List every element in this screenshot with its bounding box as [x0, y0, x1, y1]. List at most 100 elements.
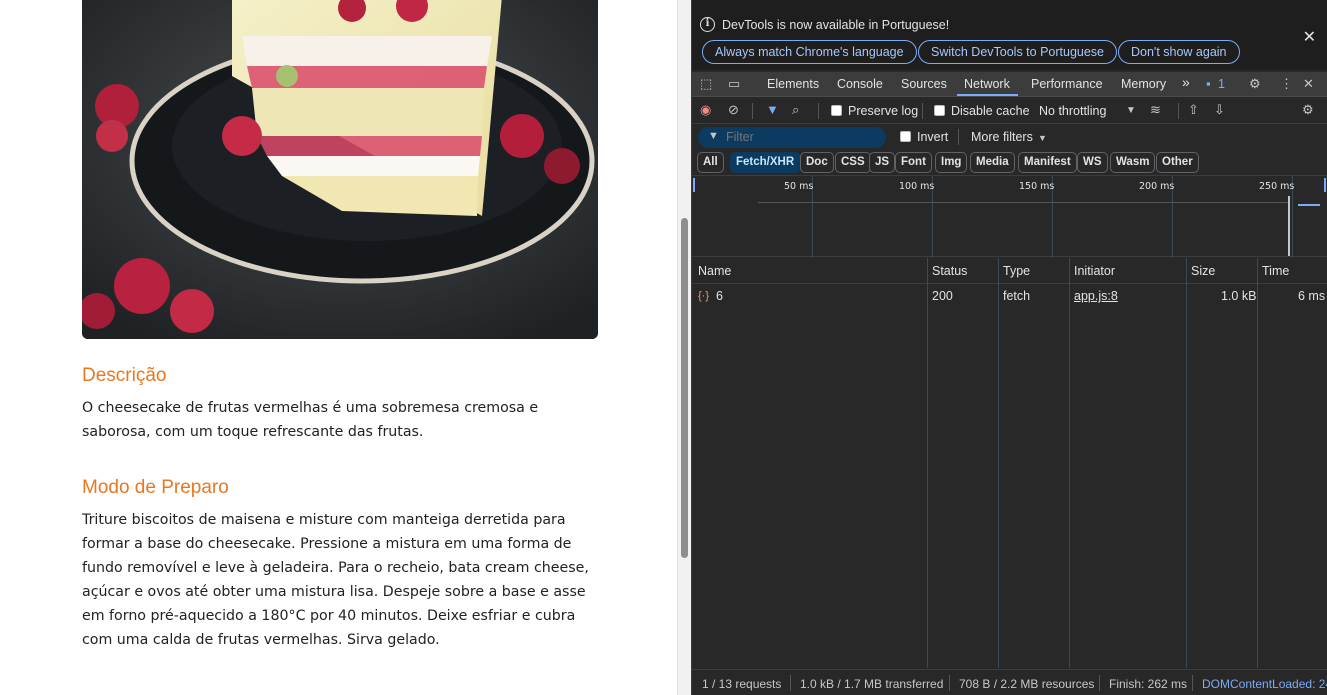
row-status: 200	[932, 289, 953, 303]
column-status[interactable]: Status	[932, 264, 967, 278]
invert-label: Invert	[917, 130, 949, 144]
cheesecake-image	[82, 0, 598, 339]
resource-type-filters: All Fetch/XHR Doc CSS JS Font Img Media …	[692, 152, 1327, 174]
infobar-message: DevTools is now available in Portuguese!	[722, 18, 950, 32]
status-divider	[790, 675, 791, 691]
info-icon: i	[700, 17, 715, 32]
network-settings-icon[interactable]: ⚙	[1302, 102, 1314, 118]
clear-icon[interactable]: ⊘	[728, 102, 739, 118]
type-filter-ws[interactable]: WS	[1077, 152, 1108, 173]
more-options-icon[interactable]: ⋮	[1280, 76, 1293, 92]
timeline-tick-label: 250 ms	[1259, 181, 1295, 192]
tab-console[interactable]: Console	[837, 77, 883, 91]
column-initiator[interactable]: Initiator	[1074, 264, 1115, 278]
row-size: 1.0 kB	[1221, 289, 1257, 303]
preparation-text: Triture biscoitos de maisena e misture c…	[82, 512, 589, 648]
always-match-language-button[interactable]: Always match Chrome's language	[702, 40, 917, 64]
settings-icon[interactable]: ⚙	[1249, 76, 1261, 92]
type-filter-font[interactable]: Font	[895, 152, 932, 173]
timeline-load-marker	[1288, 196, 1290, 256]
column-type[interactable]: Type	[1003, 264, 1030, 278]
import-har-icon[interactable]: ⇧	[1188, 102, 1199, 118]
timeline-request-bar	[1298, 204, 1320, 206]
record-icon[interactable]: ◉	[700, 102, 711, 118]
language-infobar: i DevTools is now available in Portugues…	[692, 0, 1327, 70]
row-name[interactable]: 6	[716, 289, 723, 303]
column-size[interactable]: Size	[1191, 264, 1215, 278]
disable-cache-label: Disable cache	[951, 104, 1030, 118]
row-time: 6 ms	[1298, 289, 1326, 303]
page-scrollbar[interactable]	[677, 0, 691, 695]
row-type: fetch	[1003, 289, 1031, 303]
type-filter-fetch-xhr[interactable]: Fetch/XHR	[730, 152, 801, 173]
type-filter-other[interactable]: Other	[1156, 152, 1199, 173]
infobar-close-icon[interactable]: ✕	[1303, 27, 1316, 47]
tab-elements[interactable]: Elements	[767, 77, 819, 91]
status-domcontentloaded: DOMContentLoaded: 24	[1202, 677, 1327, 691]
status-divider	[1099, 675, 1100, 691]
timeline-tick-label: 50 ms	[784, 181, 814, 192]
type-filter-all[interactable]: All	[697, 152, 724, 173]
inspect-element-icon[interactable]: ⬚	[700, 76, 712, 92]
disable-cache-checkbox[interactable]	[934, 105, 945, 116]
column-name[interactable]: Name	[698, 264, 731, 278]
issues-icon[interactable]: ▪	[1206, 76, 1211, 91]
filter-toggle-icon[interactable]: ▼	[766, 102, 779, 117]
type-filter-img[interactable]: Img	[935, 152, 968, 173]
status-divider	[1192, 675, 1193, 691]
more-tabs-icon[interactable]: »	[1182, 74, 1190, 90]
network-toolbar: ◉ ⊘ ▼ ⌕ Preserve log Disable cache No th…	[692, 98, 1327, 124]
network-overview-timeline[interactable]: 50 ms 100 ms 150 ms 200 ms 250 ms	[692, 175, 1327, 258]
preparation-title: Modo de Preparo	[82, 477, 229, 498]
column-divider	[1186, 258, 1187, 668]
type-filter-manifest[interactable]: Manifest	[1018, 152, 1077, 173]
invert-checkbox[interactable]	[900, 131, 911, 142]
status-resources: 708 B / 2.2 MB resources	[959, 677, 1095, 691]
preserve-log-label: Preserve log	[848, 104, 919, 118]
row-initiator-link[interactable]: app.js:8	[1074, 289, 1118, 303]
description-text: O cheesecake de frutas vermelhas é uma s…	[82, 400, 539, 440]
network-conditions-icon[interactable]: ≋	[1150, 102, 1161, 118]
type-filter-media[interactable]: Media	[970, 152, 1015, 173]
timeline-end-handle[interactable]	[1324, 178, 1326, 192]
timeline-tick-label: 200 ms	[1139, 181, 1175, 192]
cheesecake-photo	[82, 0, 598, 339]
switch-language-button[interactable]: Switch DevTools to Portuguese	[918, 40, 1118, 64]
chevron-down-icon[interactable]: ▼	[1126, 105, 1136, 116]
type-filter-js[interactable]: JS	[869, 152, 896, 173]
toolbar-divider	[818, 103, 819, 119]
tab-performance[interactable]: Performance	[1031, 77, 1103, 91]
devtools-tabbar: ⬚ ▭ Elements Console Sources Network Per…	[692, 72, 1327, 97]
filter-icon: ▼	[708, 130, 719, 142]
tab-network[interactable]: Network	[964, 77, 1010, 91]
type-filter-doc[interactable]: Doc	[800, 152, 834, 173]
issues-count[interactable]: 1	[1218, 77, 1225, 91]
device-toolbar-icon[interactable]: ▭	[728, 76, 740, 92]
toolbar-divider	[922, 103, 923, 119]
more-filters-chevron-icon[interactable]: ▼	[1038, 133, 1047, 143]
status-requests: 1 / 13 requests	[702, 677, 782, 691]
export-har-icon[interactable]: ⇩	[1214, 102, 1225, 118]
type-filter-wasm[interactable]: Wasm	[1110, 152, 1156, 173]
tab-memory[interactable]: Memory	[1121, 77, 1166, 91]
active-tab-indicator	[957, 94, 1018, 96]
page-scrollbar-thumb[interactable]	[681, 218, 688, 558]
column-divider	[1069, 258, 1070, 668]
requests-table-header: Name Status Type Initiator Size Time	[692, 258, 1327, 284]
toolbar-divider	[752, 103, 753, 119]
more-filters-dropdown[interactable]: More filters	[971, 130, 1033, 144]
filter-input[interactable]	[698, 127, 886, 148]
column-time[interactable]: Time	[1262, 264, 1289, 278]
type-filter-css[interactable]: CSS	[835, 152, 871, 173]
throttling-select[interactable]: No throttling	[1039, 104, 1106, 118]
search-icon[interactable]: ⌕	[792, 102, 799, 118]
status-finish: Finish: 262 ms	[1109, 677, 1188, 691]
timeline-activity-line	[758, 202, 1288, 203]
column-divider	[998, 258, 999, 668]
dont-show-again-button[interactable]: Don't show again	[1118, 40, 1240, 64]
tab-sources[interactable]: Sources	[901, 77, 947, 91]
preserve-log-checkbox[interactable]	[831, 105, 842, 116]
status-divider	[949, 675, 950, 691]
timeline-start-handle[interactable]	[693, 178, 695, 192]
close-devtools-icon[interactable]: ✕	[1303, 76, 1314, 92]
